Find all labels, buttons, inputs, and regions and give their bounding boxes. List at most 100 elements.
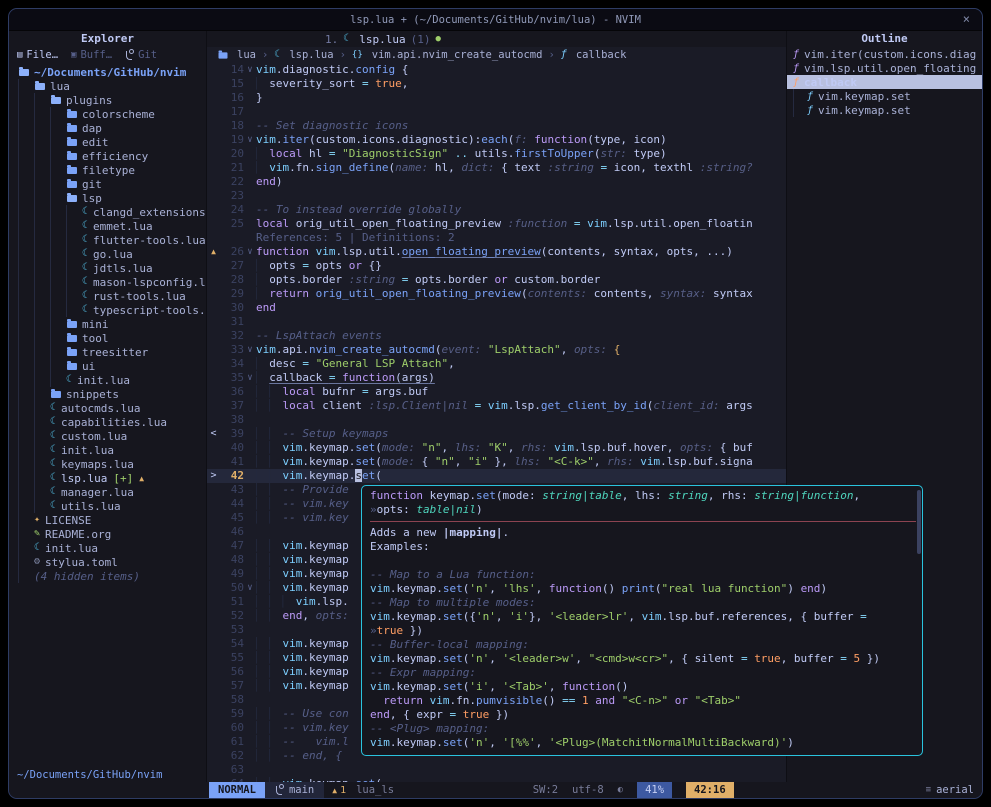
tree-item[interactable]: plugins bbox=[9, 93, 206, 107]
breadcrumb-item[interactable]: ƒcallback bbox=[561, 49, 627, 61]
code-line[interactable]: 22end) bbox=[207, 175, 786, 189]
code-line[interactable]: 38 bbox=[207, 413, 786, 427]
fold-marker[interactable]: ∨ bbox=[244, 343, 256, 357]
code-line[interactable]: 20▏ local hl = "DiagnosticSign" .. utils… bbox=[207, 147, 786, 161]
line-number: 14 bbox=[220, 63, 244, 77]
tree-item[interactable]: ☾autocmds.lua bbox=[9, 401, 206, 415]
code-line[interactable]: 27▏ opts = opts or {} bbox=[207, 259, 786, 273]
tree-item[interactable]: ☾flutter-tools.lua bbox=[9, 233, 206, 247]
fold-marker[interactable]: ∨ bbox=[244, 581, 256, 595]
line-number: 41 bbox=[220, 455, 244, 469]
code-line[interactable]: 30end bbox=[207, 301, 786, 315]
tree-item[interactable]: ~/Documents/GitHub/nvim bbox=[9, 65, 206, 79]
tree-item[interactable]: ☾jdtls.lua bbox=[9, 261, 206, 275]
tree-item[interactable]: filetype bbox=[9, 163, 206, 177]
close-icon[interactable]: × bbox=[963, 12, 970, 26]
code-line[interactable]: 34▏ desc = "General LSP Attach", bbox=[207, 357, 786, 371]
code-token: -- vim.key bbox=[283, 511, 349, 524]
tree-item[interactable]: ☾emmet.lua bbox=[9, 219, 206, 233]
fold-marker[interactable]: ∨ bbox=[244, 133, 256, 147]
virtual-text-line[interactable]: References: 5 | Definitions: 2 bbox=[207, 231, 786, 245]
code-line[interactable]: 32-- LspAttach events bbox=[207, 329, 786, 343]
breadcrumb-item[interactable]: {}vim.api.nvim_create_autocmd bbox=[352, 49, 543, 61]
tree-item[interactable]: ☾init.lua bbox=[9, 443, 206, 457]
tree-item[interactable]: git bbox=[9, 177, 206, 191]
tree-item[interactable]: ☾init.lua bbox=[9, 373, 206, 387]
tree-item[interactable]: ☾lsp.lua[+]▲ bbox=[9, 471, 206, 485]
outline-item[interactable]: ƒvim.iter(custom.icons.diag bbox=[787, 47, 982, 61]
code-line[interactable]: 63 bbox=[207, 763, 786, 777]
line-number: 19 bbox=[220, 133, 244, 147]
code-token: ▏ bbox=[256, 259, 269, 272]
tree-item[interactable]: ☾custom.lua bbox=[9, 429, 206, 443]
tree-item[interactable]: (4 hidden items) bbox=[9, 569, 206, 583]
line-number: 35 bbox=[220, 371, 244, 385]
buffer-tab[interactable]: 1. ☾ lsp.lua (1) ● bbox=[325, 33, 441, 46]
tree-item[interactable]: ☾clangd_extensions bbox=[9, 205, 206, 219]
tree-item[interactable]: colorscheme bbox=[9, 107, 206, 121]
gutter-sign bbox=[207, 91, 220, 105]
tree-item[interactable]: snippets bbox=[9, 387, 206, 401]
tree-item[interactable]: treesitter bbox=[9, 345, 206, 359]
code-line[interactable]: 24-- To instead override globally bbox=[207, 203, 786, 217]
outline-item[interactable]: ƒvim.keymap.set bbox=[787, 89, 982, 103]
tree-item[interactable]: mini bbox=[9, 317, 206, 331]
doc-token bbox=[575, 694, 582, 707]
breadcrumb-item[interactable]: ☾lsp.lua bbox=[274, 49, 333, 61]
tree-item[interactable]: ✦LICENSE bbox=[9, 513, 206, 527]
tree-item[interactable]: ui bbox=[9, 359, 206, 373]
code-line[interactable]: 18-- Set diagnostic icons bbox=[207, 119, 786, 133]
tree-item[interactable]: dap bbox=[9, 121, 206, 135]
code-token: ▏ bbox=[269, 679, 282, 692]
outline-item[interactable]: ƒvim.keymap.set bbox=[787, 103, 982, 117]
tree-item[interactable]: ⚙stylua.toml bbox=[9, 555, 206, 569]
tree-item[interactable]: ☾manager.lua bbox=[9, 485, 206, 499]
code-line[interactable]: >42▏ ▏ vim.keymap.set( bbox=[207, 469, 786, 483]
code-line[interactable]: 31 bbox=[207, 315, 786, 329]
code-line[interactable]: 25local orig_util_open_floating_preview … bbox=[207, 217, 786, 231]
code-line[interactable]: 16} bbox=[207, 91, 786, 105]
tree-item[interactable]: ☾keymaps.lua bbox=[9, 457, 206, 471]
tree-item[interactable]: ☾mason-lspconfig.l bbox=[9, 275, 206, 289]
code-line[interactable]: 15▏ severity_sort = true, bbox=[207, 77, 786, 91]
code-line[interactable]: ▲26∨function vim.lsp.util.open_floating_… bbox=[207, 245, 786, 259]
code-line[interactable]: 41▏ ▏ vim.keymap.set(mode: { "n", "i" },… bbox=[207, 455, 786, 469]
code-token: ▏ bbox=[269, 651, 282, 664]
outline-item[interactable]: ƒcallback bbox=[787, 75, 982, 89]
code-line[interactable]: 29▏ return orig_util_open_floating_previ… bbox=[207, 287, 786, 301]
tree-item[interactable]: efficiency bbox=[9, 149, 206, 163]
fold-marker[interactable]: ∨ bbox=[244, 63, 256, 77]
code-line[interactable]: 14∨vim.diagnostic.config { bbox=[207, 63, 786, 77]
explorer-tab-buff[interactable]: ▣Buff… bbox=[71, 49, 112, 61]
code-line[interactable]: 17 bbox=[207, 105, 786, 119]
tree-item[interactable]: ✎README.org bbox=[9, 527, 206, 541]
explorer-tab-git[interactable]: Git bbox=[125, 49, 157, 61]
breadcrumb-item[interactable]: lua bbox=[217, 49, 256, 61]
tree-item[interactable]: ☾typescript-tools. bbox=[9, 303, 206, 317]
outline-item[interactable]: ƒvim.lsp.util.open_floating bbox=[787, 61, 982, 75]
tree-item[interactable]: ☾go.lua bbox=[9, 247, 206, 261]
code-line[interactable]: 36▏ ▏ local bufnr = args.buf bbox=[207, 385, 786, 399]
code-token: vim bbox=[488, 399, 508, 412]
code-line[interactable]: <39▏ ▏ -- Setup keymaps bbox=[207, 427, 786, 441]
tree-item[interactable]: edit bbox=[9, 135, 206, 149]
tree-item[interactable]: tool bbox=[9, 331, 206, 345]
code-line[interactable]: 35∨▏ callback = function(args) bbox=[207, 371, 786, 385]
code-line[interactable]: 23 bbox=[207, 189, 786, 203]
tree-item[interactable]: ☾capabilities.lua bbox=[9, 415, 206, 429]
tree-item[interactable]: ☾rust-tools.lua bbox=[9, 289, 206, 303]
code-line[interactable]: 19∨vim.iter(custom.icons.diagnostic):eac… bbox=[207, 133, 786, 147]
popup-scrollbar[interactable] bbox=[917, 490, 921, 554]
tree-item[interactable]: ☾utils.lua bbox=[9, 499, 206, 513]
code-line[interactable]: 33∨vim.api.nvim_create_autocmd(event: "L… bbox=[207, 343, 786, 357]
explorer-tab-file[interactable]: ▤File… bbox=[17, 49, 58, 61]
fold-marker[interactable]: ∨ bbox=[244, 371, 256, 385]
code-line[interactable]: 28▏ opts.border :string = opts.border or… bbox=[207, 273, 786, 287]
tree-item[interactable]: ☾init.lua bbox=[9, 541, 206, 555]
code-line[interactable]: 40▏ ▏ vim.keymap.set(mode: "n", lhs: "K"… bbox=[207, 441, 786, 455]
fold-marker[interactable]: ∨ bbox=[244, 245, 256, 259]
tree-item[interactable]: lua bbox=[9, 79, 206, 93]
code-line[interactable]: 21▏ vim.fn.sign_define(name: hl, dict: {… bbox=[207, 161, 786, 175]
tree-item[interactable]: lsp bbox=[9, 191, 206, 205]
code-line[interactable]: 37▏ ▏ local client :lsp.Client|nil = vim… bbox=[207, 399, 786, 413]
